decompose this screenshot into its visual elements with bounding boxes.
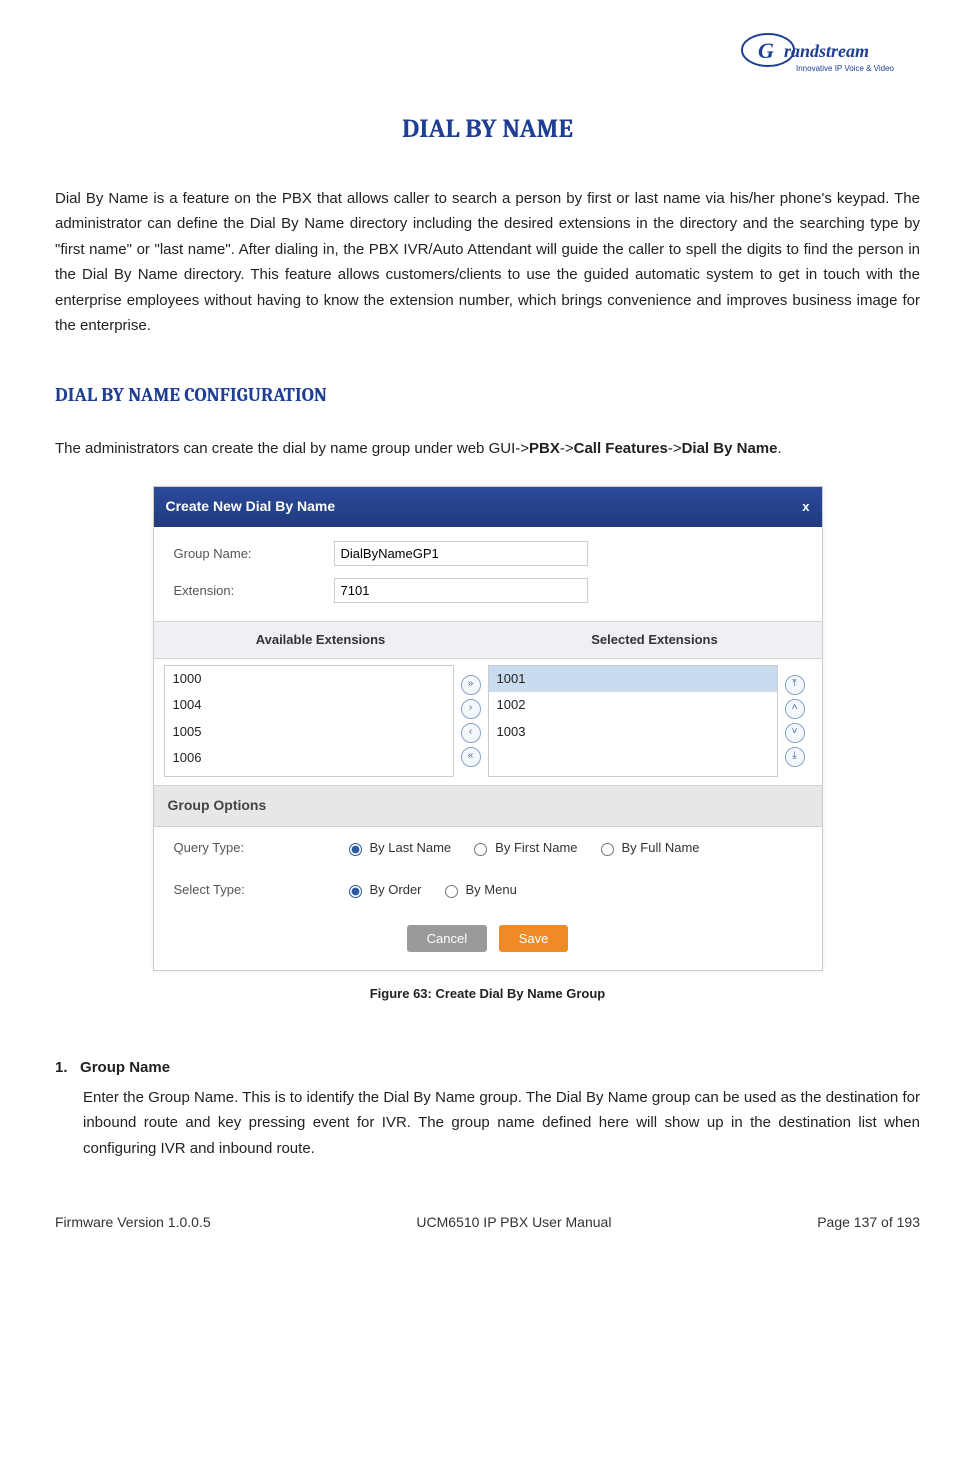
section-title-config: DIAL BY NAME CONFIGURATION [55,379,920,411]
list-item[interactable]: 1004 [165,692,453,718]
move-left-icon[interactable]: ‹ [461,723,481,743]
available-ext-header: Available Extensions [154,622,488,658]
move-bottom-icon[interactable]: ⤓ [785,747,805,767]
page-title: DIAL BY NAME [55,107,920,151]
brand-logo: G randstream Innovative IP Voice & Video [55,30,920,87]
dialog-create-dial-by-name: Create New Dial By Name x Group Name: Ex… [153,486,823,971]
move-right-icon[interactable]: › [461,699,481,719]
move-all-left-icon[interactable]: « [461,747,481,767]
group-options-header: Group Options [154,785,822,827]
step-1: 1. Group Name Enter the Group Name. This… [55,1055,920,1161]
order-buttons-right: ⤒ ˄ ˅ ⤓ [778,665,812,767]
close-icon[interactable]: x [802,496,809,518]
radio-by-first-name[interactable]: By First Name [469,837,577,859]
config-path-text: The administrators can create the dial b… [55,436,920,462]
footer-manual-title: UCM6510 IP PBX User Manual [416,1211,611,1235]
move-up-icon[interactable]: ˄ [785,699,805,719]
group-name-label: Group Name: [174,543,334,565]
cancel-button[interactable]: Cancel [407,925,487,952]
radio-by-full-name[interactable]: By Full Name [596,837,700,859]
list-item[interactable]: 1005 [165,719,453,745]
list-item[interactable]: 1000 [165,666,453,692]
footer-page-number: Page 137 of 193 [817,1211,920,1235]
selected-ext-header: Selected Extensions [488,622,822,658]
step-body: Enter the Group Name. This is to identif… [83,1085,920,1162]
list-item[interactable]: 1003 [489,719,777,745]
move-all-right-icon[interactable]: » [461,675,481,695]
extension-label: Extension: [174,580,334,602]
svg-text:Innovative IP Voice & Video: Innovative IP Voice & Video [796,64,895,73]
radio-by-last-name[interactable]: By Last Name [344,837,452,859]
selected-extensions-list[interactable]: 1001 1002 1003 [488,665,778,777]
move-down-icon[interactable]: ˅ [785,723,805,743]
figure-dialog: Create New Dial By Name x Group Name: Ex… [55,486,920,971]
radio-by-order[interactable]: By Order [344,879,422,901]
list-item[interactable]: 1002 [489,692,777,718]
transfer-buttons-left: » › ‹ « [454,665,488,767]
radio-by-menu[interactable]: By Menu [440,879,517,901]
page-footer: Firmware Version 1.0.0.5 UCM6510 IP PBX … [55,1211,920,1235]
list-item[interactable]: 1006 [165,745,453,771]
group-name-input[interactable] [334,541,588,566]
extension-input[interactable] [334,578,588,603]
available-extensions-list[interactable]: 1000 1004 1005 1006 [164,665,454,777]
svg-text:G: G [758,38,774,63]
query-type-label: Query Type: [174,837,344,859]
svg-text:randstream: randstream [784,41,869,61]
dialog-title-bar: Create New Dial By Name x [154,487,822,527]
move-top-icon[interactable]: ⤒ [785,675,805,695]
figure-caption: Figure 63: Create Dial By Name Group [55,983,920,1005]
list-item[interactable]: 1001 [489,666,777,692]
intro-paragraph: Dial By Name is a feature on the PBX tha… [55,186,920,339]
footer-version: Firmware Version 1.0.0.5 [55,1211,211,1235]
save-button[interactable]: Save [499,925,569,952]
step-number: 1. [55,1059,68,1076]
step-title: Group Name [80,1059,170,1076]
select-type-label: Select Type: [174,879,344,901]
dialog-title-text: Create New Dial By Name [166,495,336,519]
